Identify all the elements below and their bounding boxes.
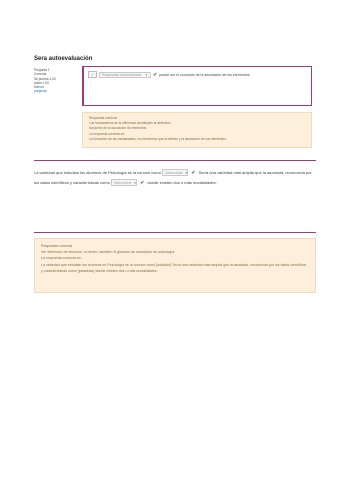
divider xyxy=(34,160,316,161)
correct-check-icon: ✔ xyxy=(140,180,145,186)
flag-question-link-2[interactable]: pregunta xyxy=(34,89,56,93)
chevron-down-icon: ▼ xyxy=(145,72,148,77)
question-1-info: Pregunta 1 Correcta Se puntúa 1,00 sobre… xyxy=(34,68,56,94)
answer-select-1[interactable]: Seleccione ▼ xyxy=(162,169,189,177)
feedback-line: La variedad que estudian los alumnos en … xyxy=(41,262,307,273)
checkbox[interactable]: ✓ xyxy=(88,71,97,78)
correct-check-icon: ✔ xyxy=(191,170,196,176)
question-1-row: ✓ Respuesta seleccionada ▼ ✔ puede ser e… xyxy=(88,71,250,78)
correct-check-icon: ✔ xyxy=(153,71,158,78)
question-2-text: La variedad que estudian los alumnos de … xyxy=(34,168,316,188)
answer-select[interactable]: Respuesta seleccionada ▼ xyxy=(99,71,151,78)
answer-select-2[interactable]: Seleccione ▼ xyxy=(110,179,137,187)
answer-select-1-value: Seleccione xyxy=(165,170,183,175)
answer-select-value: Respuesta seleccionada xyxy=(102,72,142,77)
page-title: Sera autoevaluación xyxy=(34,56,93,62)
chevron-down-icon: ▼ xyxy=(184,170,188,175)
chevron-down-icon: ▼ xyxy=(133,180,137,185)
feedback-line: La formación de las modalidades, los ele… xyxy=(89,136,227,141)
question-2-feedback: Respuesta correcta Ver definición de int… xyxy=(34,238,316,293)
divider xyxy=(34,232,316,233)
question-2-text-a: La variedad que estudian los alumnos de … xyxy=(34,170,161,175)
question-1-text: puede ser el concepto de la asociación d… xyxy=(159,72,250,77)
question-1-feedback: Respuesta correcta Los fundamentos de la… xyxy=(82,112,312,148)
answer-select-2-value: Seleccione xyxy=(113,180,132,185)
question-2-text-c: donde existen dos o más modalidades. xyxy=(147,180,217,185)
